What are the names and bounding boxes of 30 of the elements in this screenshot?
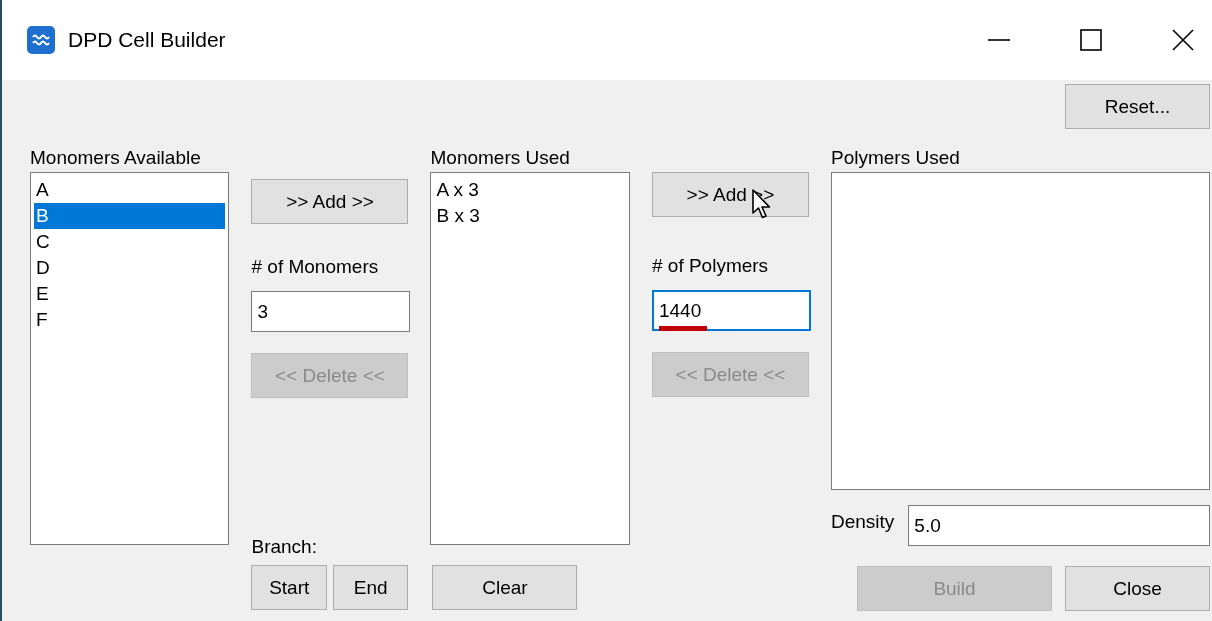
add-button[interactable]: >> Add >> — [251, 179, 409, 224]
window-title: DPD Cell Builder — [68, 28, 226, 52]
field-label: # of Polymers — [651, 254, 770, 278]
branch-label: Branch: — [251, 535, 318, 559]
list-label: Polymers Used — [830, 146, 961, 170]
close-button[interactable]: Close — [1065, 566, 1210, 611]
list-item[interactable]: A — [34, 177, 226, 203]
monomers-used-list[interactable]: A x 3 B x 3 — [430, 172, 630, 545]
list-item[interactable]: E — [34, 281, 226, 307]
branch-button[interactable]: Start — [251, 565, 327, 610]
maximize-icon[interactable] — [1080, 29, 1102, 51]
density-field[interactable]: 5.0 — [908, 505, 1210, 546]
list-item[interactable]: F — [34, 307, 226, 333]
reset-button[interactable]: Reset... — [1065, 84, 1210, 129]
list-item[interactable]: D — [34, 255, 226, 281]
density-label: Density — [830, 510, 895, 533]
field-label: # of Monomers — [251, 255, 380, 279]
app-icon — [27, 26, 55, 54]
branch-button[interactable]: End — [333, 565, 409, 610]
close-icon[interactable] — [1172, 29, 1194, 51]
monomers-available-list[interactable]: A B C D E F — [30, 172, 230, 545]
polymer-count-field[interactable]: 1440 — [651, 290, 811, 331]
clear-button[interactable]: Clear — [432, 565, 578, 610]
list-item[interactable]: A x 3 — [434, 177, 626, 203]
list-item[interactable]: C — [34, 229, 226, 255]
list-label: Monomers Used — [430, 146, 571, 170]
list-label: Monomers Available — [30, 146, 202, 170]
list-item[interactable]: B x 3 — [434, 203, 626, 229]
list-item[interactable]: B — [34, 203, 226, 229]
monomer-count-field[interactable]: 3 — [251, 291, 411, 332]
